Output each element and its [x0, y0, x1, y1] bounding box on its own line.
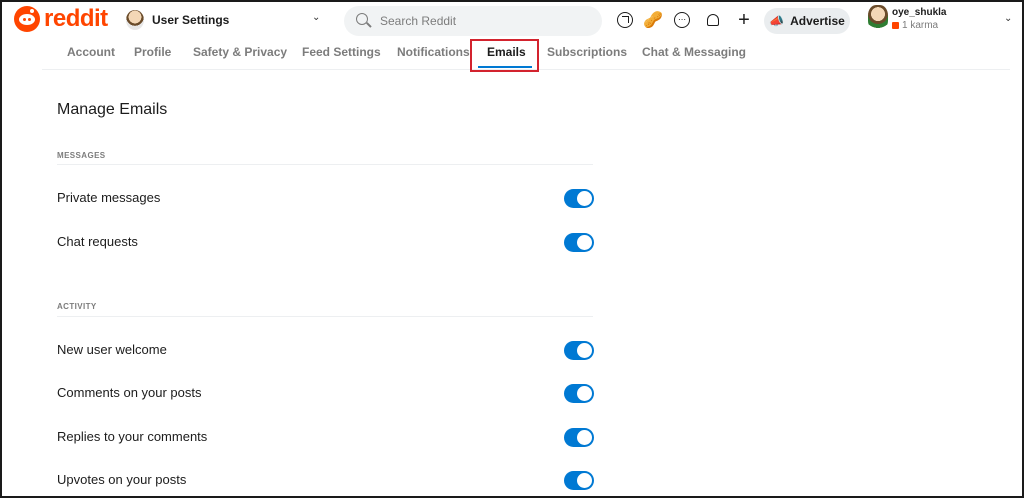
setting-label: Upvotes on your posts: [57, 472, 187, 487]
context-dropdown[interactable]: User Settings ⌄: [126, 7, 326, 33]
highlight-annotation-box: [470, 39, 539, 72]
bell-icon[interactable]: [704, 11, 722, 29]
search-input[interactable]: [380, 14, 580, 28]
megaphone-icon: 📣: [769, 14, 785, 28]
section-label-messages: MESSAGES: [57, 151, 106, 160]
chat-icon[interactable]: ⋯: [673, 11, 691, 29]
karma-label: 1 karma: [902, 20, 939, 31]
tab-feed-settings[interactable]: Feed Settings: [302, 45, 381, 59]
tab-profile[interactable]: Profile: [134, 45, 171, 59]
private-messages-toggle[interactable]: [564, 189, 594, 208]
advertise-label: Advertise: [790, 14, 845, 28]
setting-label: Private messages: [57, 190, 161, 205]
tab-chat-messaging[interactable]: Chat & Messaging: [642, 45, 746, 59]
setting-label: Comments on your posts: [57, 385, 202, 400]
setting-label: Chat requests: [57, 234, 138, 249]
section-divider: [57, 316, 593, 317]
tab-safety-privacy[interactable]: Safety & Privacy: [193, 45, 287, 59]
chevron-down-icon: ⌄: [312, 12, 321, 23]
replies-to-comments-toggle[interactable]: [564, 428, 594, 447]
comments-on-posts-toggle[interactable]: [564, 384, 594, 403]
setting-row-chat-requests: Chat requests: [57, 228, 594, 258]
user-menu[interactable]: oye_shukla 1 karma ⌄: [868, 5, 1018, 35]
app-frame: reddit User Settings ⌄ 🥜 ⋯ + 📣 Advertise…: [0, 0, 1024, 498]
top-header: reddit User Settings ⌄ 🥜 ⋯ + 📣 Advertise…: [2, 2, 1022, 38]
context-label: User Settings: [152, 13, 230, 27]
username: oye_shukla: [892, 7, 947, 18]
setting-row-replies-to-comments: Replies to your comments: [57, 423, 594, 453]
chevron-down-icon: ⌄: [1004, 13, 1013, 24]
upvotes-on-posts-toggle[interactable]: [564, 471, 594, 490]
section-label-activity: ACTIVITY: [57, 302, 97, 311]
karma-icon: [892, 22, 899, 29]
setting-label: New user welcome: [57, 342, 167, 357]
setting-row-upvotes-on-posts: Upvotes on your posts: [57, 466, 594, 496]
tab-account[interactable]: Account: [67, 45, 115, 59]
section-divider: [57, 164, 593, 165]
page-title: Manage Emails: [57, 101, 168, 118]
popular-arrow-icon[interactable]: [616, 11, 634, 29]
tab-notifications[interactable]: Notifications: [397, 45, 470, 59]
advertise-button[interactable]: 📣 Advertise: [764, 8, 850, 34]
coins-icon[interactable]: 🥜: [643, 11, 663, 29]
logo-text: reddit: [44, 5, 108, 32]
avatar: [868, 5, 888, 31]
snoo-icon: [14, 6, 40, 32]
setting-row-comments-on-posts: Comments on your posts: [57, 379, 594, 409]
setting-row-new-user-welcome: New user welcome: [57, 336, 594, 366]
tab-subscriptions[interactable]: Subscriptions: [547, 45, 627, 59]
setting-label: Replies to your comments: [57, 429, 208, 444]
reddit-logo[interactable]: reddit: [14, 6, 108, 32]
search-icon: [356, 13, 372, 29]
new-user-welcome-toggle[interactable]: [564, 341, 594, 360]
chat-requests-toggle[interactable]: [564, 233, 594, 252]
context-avatar-icon: [126, 10, 144, 30]
karma-count: 1 karma: [892, 20, 938, 31]
setting-row-private-messages: Private messages: [57, 184, 594, 214]
search-bar[interactable]: [344, 6, 602, 36]
plus-icon[interactable]: +: [735, 10, 753, 30]
